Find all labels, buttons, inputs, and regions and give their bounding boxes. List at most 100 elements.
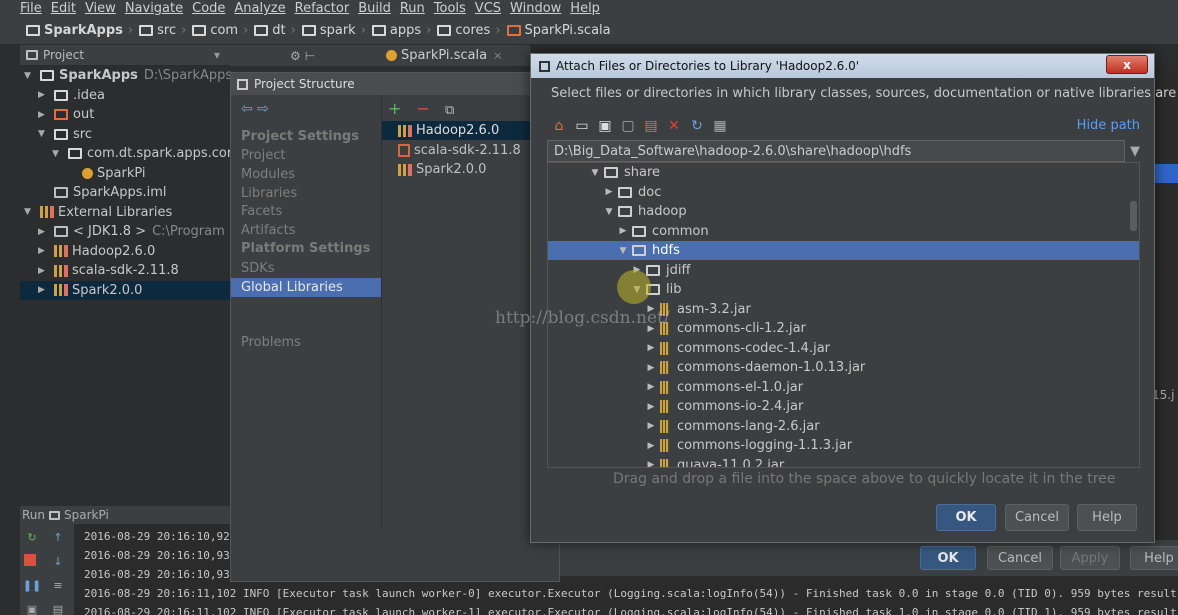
tree-item-spark2-0-0[interactable]: ▶ Spark2.0.0 xyxy=(20,280,230,300)
sidebar-item-global-libraries[interactable]: Global Libraries xyxy=(231,277,381,297)
tree-item-sparkapps[interactable]: ▼ SparkApps D:\SparkApps xyxy=(20,66,232,85)
breadcrumb-item-dt[interactable]: dt xyxy=(254,23,286,38)
file-tree-item-commons-el-1-0-jar[interactable]: ▶ commons-el-1.0.jar xyxy=(548,378,1139,397)
menu-vcs[interactable]: VCS xyxy=(475,1,501,16)
file-tree-item-hdfs[interactable]: ▼ hdfs xyxy=(548,241,1139,260)
collapsed-arrow-icon[interactable]: ▶ xyxy=(616,226,630,236)
ps-help-button[interactable]: Help xyxy=(1130,546,1178,570)
collapsed-arrow-icon[interactable]: ▶ xyxy=(644,460,658,467)
rerun-icon[interactable]: ↻ xyxy=(24,530,40,544)
close-button[interactable]: x xyxy=(1106,55,1148,74)
copy-icon[interactable]: ⧉ xyxy=(445,103,454,118)
menu-navigate[interactable]: Navigate xyxy=(125,1,183,16)
settings-icon[interactable]: ⚙ xyxy=(290,49,305,63)
layout-icon[interactable]: ▤ xyxy=(50,602,66,615)
file-tree-item-commons-io-2-4-jar[interactable]: ▶ commons-io-2.4.jar xyxy=(548,397,1139,416)
sidebar-item-sdks[interactable]: SDKs xyxy=(241,261,275,276)
breadcrumb-item-com[interactable]: com xyxy=(192,23,238,38)
dump-icon[interactable]: ▣ xyxy=(24,602,40,615)
menu-edit[interactable]: Edit xyxy=(51,1,76,16)
sidebar-item-project[interactable]: Project xyxy=(241,148,285,163)
tree-item-com-dt-spark-apps-cores[interactable]: ▼ com.dt.spark.apps.cores xyxy=(20,144,247,163)
file-tree-item-commons-codec-1-4-jar[interactable]: ▶ commons-codec-1.4.jar xyxy=(548,339,1139,358)
expanded-arrow-icon[interactable]: ▼ xyxy=(52,149,64,159)
home-icon[interactable]: ⌂ xyxy=(551,118,567,134)
remove-icon[interactable]: − xyxy=(417,99,430,118)
collapse-icon[interactable]: ⊢ xyxy=(305,49,319,63)
ps-apply-button[interactable]: Apply xyxy=(1060,546,1120,570)
refresh-icon[interactable]: ↻ xyxy=(689,118,705,134)
menu-run[interactable]: Run xyxy=(400,1,425,16)
collapsed-arrow-icon[interactable]: ▶ xyxy=(38,110,50,120)
menu-refactor[interactable]: Refactor xyxy=(295,1,350,16)
collapsed-arrow-icon[interactable]: ▶ xyxy=(644,343,658,353)
tree-item-sparkpi[interactable]: SparkPi xyxy=(20,164,146,183)
ps-ok-button[interactable]: OK xyxy=(920,546,976,570)
attach-ok-button[interactable]: OK xyxy=(936,504,996,531)
collapsed-arrow-icon[interactable]: ▶ xyxy=(644,382,658,392)
expanded-arrow-icon[interactable]: ▼ xyxy=(588,168,602,178)
breadcrumb-item-spark[interactable]: spark xyxy=(301,23,356,38)
file-tree-item-common[interactable]: ▶ common xyxy=(548,222,1139,241)
tree-item-external-libraries[interactable]: ▼ External Libraries xyxy=(20,203,172,222)
project-folder-icon[interactable]: ▣ xyxy=(597,118,613,134)
path-input[interactable]: D:\Big_Data_Software\hadoop-2.6.0\share\… xyxy=(547,140,1125,162)
collapsed-arrow-icon[interactable]: ▶ xyxy=(644,441,658,451)
file-tree-item-guava-11-0-2-jar[interactable]: ▶ guava-11.0.2.jar xyxy=(548,456,1139,467)
tree-item-src[interactable]: ▼ src xyxy=(20,125,92,144)
sidebar-item-modules[interactable]: Modules xyxy=(241,167,295,182)
file-tree-item-share[interactable]: ▼ share xyxy=(548,163,1139,182)
sidebar-item-facets[interactable]: Facets xyxy=(241,204,282,219)
tree-item-out[interactable]: ▶ out xyxy=(20,105,94,124)
attach-cancel-button[interactable]: Cancel xyxy=(1005,504,1069,531)
breadcrumb-item-apps[interactable]: apps xyxy=(371,23,421,38)
expanded-arrow-icon[interactable]: ▼ xyxy=(616,246,630,256)
chevron-down-icon[interactable]: ▾ xyxy=(214,48,220,62)
module-folder-icon[interactable]: ▢ xyxy=(620,118,636,134)
collapsed-arrow-icon[interactable]: ▶ xyxy=(38,90,50,100)
expanded-arrow-icon[interactable]: ▼ xyxy=(38,129,50,139)
collapsed-arrow-icon[interactable]: ▶ xyxy=(602,187,616,197)
collapsed-arrow-icon[interactable]: ▶ xyxy=(38,285,50,295)
menu-analyze[interactable]: Analyze xyxy=(234,1,285,16)
tab-sparkpi[interactable]: SparkPi.scala xyxy=(401,48,487,63)
tree-item-hadoop2-6-0[interactable]: ▶ Hadoop2.6.0 xyxy=(20,242,155,261)
stop-icon[interactable] xyxy=(24,554,36,566)
menu-tools[interactable]: Tools xyxy=(434,1,466,16)
back-forward-icon[interactable]: ⇦ ⇨ xyxy=(241,101,269,117)
menu-code[interactable]: Code xyxy=(192,1,225,16)
scroll-up-icon[interactable]: ↑ xyxy=(50,530,66,544)
expanded-arrow-icon[interactable]: ▼ xyxy=(24,71,36,81)
project-panel-header[interactable]: Project ▾ xyxy=(20,45,230,66)
menu-window[interactable]: Window xyxy=(510,1,561,16)
close-tab-icon[interactable]: × xyxy=(493,49,502,62)
file-tree-item-hadoop[interactable]: ▼ hadoop xyxy=(548,202,1139,221)
file-tree-item-commons-logging-1-1-3-jar[interactable]: ▶ commons-logging-1.1.3.jar xyxy=(548,436,1139,455)
sidebar-item-libraries[interactable]: Libraries xyxy=(241,186,297,201)
file-tree-item-doc[interactable]: ▶ doc xyxy=(548,183,1139,202)
breadcrumb-item-sparkpi-scala[interactable]: SparkPi.scala xyxy=(506,23,611,38)
new-folder-icon[interactable]: ▤ xyxy=(643,118,659,134)
show-hidden-icon[interactable]: ▦ xyxy=(712,118,728,134)
path-history-icon[interactable]: ▼ xyxy=(1125,141,1145,161)
collapsed-arrow-icon[interactable]: ▶ xyxy=(38,227,50,237)
menu-help[interactable]: Help xyxy=(570,1,600,16)
ps-cancel-button[interactable]: Cancel xyxy=(987,546,1053,570)
attach-help-button[interactable]: Help xyxy=(1077,504,1137,531)
menu-view[interactable]: View xyxy=(85,1,116,16)
expanded-arrow-icon[interactable]: ▼ xyxy=(24,207,36,217)
tree-item-scala-sdk-2-11-8[interactable]: ▶ scala-sdk-2.11.8 xyxy=(20,261,179,280)
wrap-icon[interactable]: ≡ xyxy=(50,578,66,592)
desktop-icon[interactable]: ▭ xyxy=(574,118,590,134)
breadcrumb-item-sparkapps[interactable]: SparkApps xyxy=(26,23,123,38)
hide-path-link[interactable]: Hide path xyxy=(1077,118,1140,133)
add-icon[interactable]: + xyxy=(388,99,401,118)
file-tree-item-commons-lang-2-6-jar[interactable]: ▶ commons-lang-2.6.jar xyxy=(548,417,1139,436)
tree-item-sparkapps-iml[interactable]: SparkApps.iml xyxy=(20,183,167,202)
tree-item-idea[interactable]: ▶ .idea xyxy=(20,86,105,105)
tree-item-jdk1-8[interactable]: ▶ < JDK1.8 > C:\Program File xyxy=(20,222,251,241)
menu-build[interactable]: Build xyxy=(358,1,391,16)
pause-icon[interactable]: ❚❚ xyxy=(23,578,41,592)
sidebar-item-artifacts[interactable]: Artifacts xyxy=(241,223,296,238)
file-tree-item-commons-daemon-1-0-13-jar[interactable]: ▶ commons-daemon-1.0.13.jar xyxy=(548,358,1139,377)
